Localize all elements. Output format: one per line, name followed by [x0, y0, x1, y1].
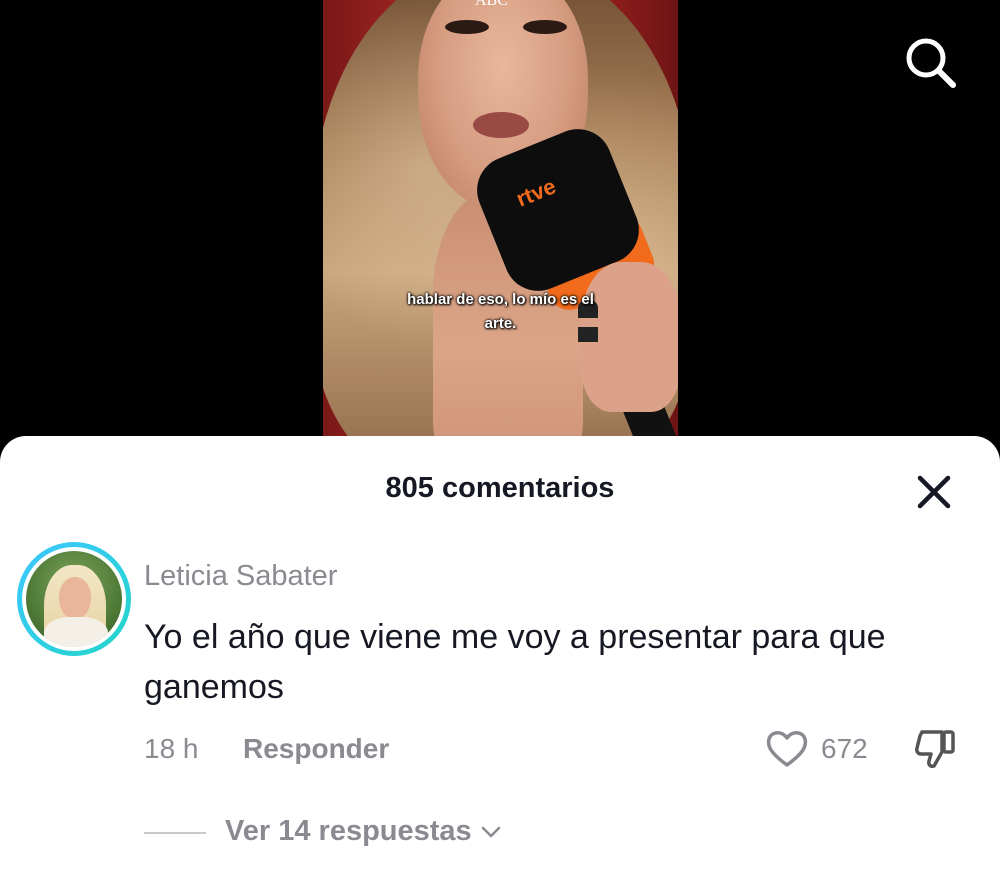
screen: rtve ABC hablar de eso, lo mío es el art… [0, 0, 1000, 879]
view-replies-label: Ver 14 respuestas [225, 815, 472, 847]
video-subtitle-line1: hablar de eso, lo mío es el [407, 291, 594, 308]
avatar-face [59, 577, 91, 619]
thumbs-down-icon[interactable] [912, 726, 962, 772]
heart-icon[interactable] [764, 726, 810, 772]
video-person-lips [473, 112, 529, 138]
video-watermark: ABC [475, 0, 508, 9]
close-icon[interactable] [912, 470, 956, 514]
comments-sheet: 805 comentarios Leticia Sabater Yo el añ… [0, 436, 1000, 879]
avatar-body [44, 617, 108, 647]
comment-username[interactable]: Leticia Sabater [144, 560, 337, 593]
view-replies-button[interactable]: Ver 14 respuestas [225, 815, 502, 848]
avatar-image [22, 547, 126, 651]
comment-text: Yo el año que viene me voy a presentar p… [144, 618, 886, 706]
video-person-eye-right [523, 20, 567, 34]
video-player[interactable]: rtve ABC hablar de eso, lo mío es el art… [323, 0, 678, 450]
video-subtitle-line2: arte. [484, 315, 517, 332]
video-person-eye-left [445, 20, 489, 34]
comments-count-title: 805 comentarios [385, 472, 615, 504]
reply-button[interactable]: Responder [243, 733, 389, 765]
search-icon[interactable] [900, 32, 960, 92]
avatar[interactable] [17, 542, 131, 656]
video-subtitle: hablar de eso, lo mío es el arte. [323, 288, 678, 336]
replies-divider [144, 832, 206, 834]
chevron-down-icon [481, 826, 500, 837]
comment-time: 18 h [144, 733, 199, 764]
like-count: 672 [821, 733, 868, 764]
